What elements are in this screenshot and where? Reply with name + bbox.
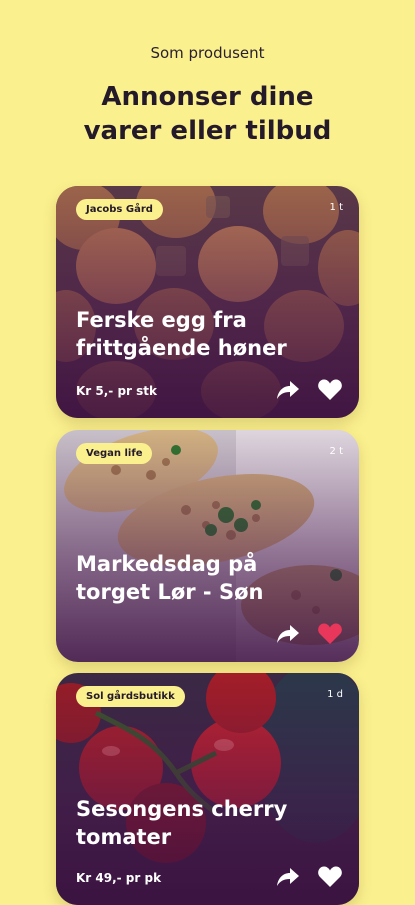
listing-title-line-1: Sesongens cherry	[76, 797, 288, 821]
heart-icon[interactable]	[317, 865, 343, 889]
listing-title-line-1: Ferske egg fra	[76, 308, 247, 332]
seller-badge[interactable]: Vegan life	[76, 443, 153, 464]
listing-price: Kr 49,- pr pk	[76, 871, 162, 885]
posted-time: 1 t	[329, 202, 343, 213]
seller-badge[interactable]: Jacobs Gård	[76, 199, 163, 220]
headline-line-1: Annonser dine	[101, 82, 314, 112]
listing-title: Ferske egg fra frittgående høner	[76, 306, 326, 362]
seller-badge[interactable]: Sol gårdsbutikk	[76, 686, 185, 707]
heart-filled-icon[interactable]	[317, 622, 343, 646]
share-icon[interactable]	[275, 865, 301, 889]
listing-title: Sesongens cherry tomater	[76, 795, 326, 851]
listing-price: Kr 5,- pr stk	[76, 384, 158, 398]
share-icon[interactable]	[275, 622, 301, 646]
page-headline: Annonser dine varer eller tilbud	[0, 80, 415, 148]
listing-title-line-2: torget Lør - Søn	[76, 580, 264, 604]
listing-title-line-1: Markedsdag på	[76, 552, 258, 576]
listing-card-tomatoes[interactable]: Sol gårdsbutikk 1 d Sesongens cherry tom…	[56, 673, 359, 905]
listing-title: Markedsdag på torget Lør - Søn	[76, 550, 326, 606]
listing-title-line-2: tomater	[76, 825, 172, 849]
share-icon[interactable]	[275, 378, 301, 402]
listing-title-line-2: frittgående høner	[76, 336, 287, 360]
heart-icon[interactable]	[317, 378, 343, 402]
headline-line-2: varer eller tilbud	[83, 116, 332, 146]
listing-card-eggs[interactable]: Jacobs Gård 1 t Ferske egg fra frittgåen…	[56, 186, 359, 418]
posted-time: 2 t	[329, 446, 343, 457]
page-subtitle: Som produsent	[150, 44, 265, 62]
posted-time: 1 d	[327, 689, 343, 700]
listing-card-market[interactable]: Vegan life 2 t Markedsdag på torget Lør …	[56, 430, 359, 662]
